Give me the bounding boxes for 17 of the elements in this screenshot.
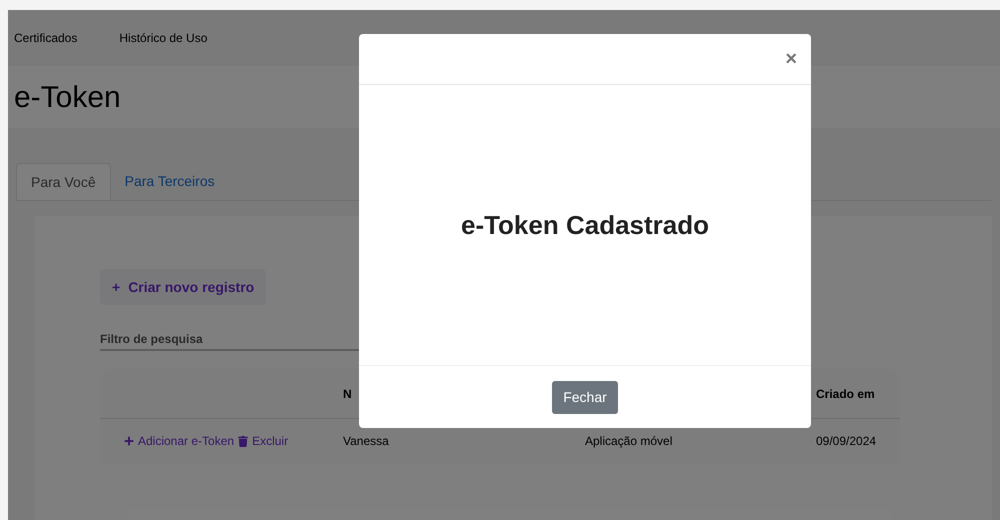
tab[interactable]: Para Terceiros bbox=[110, 163, 229, 200]
modal-title: e-Token Cadastrado bbox=[460, 208, 709, 242]
delete-link[interactable]: Excluir bbox=[238, 432, 288, 450]
table-cell-text: Vanessa bbox=[343, 433, 390, 450]
table-cell-text: Aplicação móvel bbox=[585, 433, 674, 450]
create-button[interactable]: + Criar novo registro bbox=[100, 269, 266, 305]
page-title: e-Token bbox=[14, 80, 121, 116]
add-link[interactable]: Adicionar e-Token bbox=[124, 432, 234, 450]
tab[interactable]: Para Você bbox=[16, 163, 111, 200]
nav-link[interactable]: Histórico de Uso bbox=[119, 29, 208, 47]
nav-link[interactable]: Certificados bbox=[14, 29, 78, 47]
close-button[interactable]: × bbox=[785, 49, 797, 69]
trash-icon bbox=[238, 436, 248, 446]
table-cell-text: 09/09/2024 bbox=[816, 433, 878, 450]
close-dialog-button[interactable]: Fechar bbox=[552, 380, 618, 414]
column-header: Criado em bbox=[816, 386, 876, 402]
plus-icon bbox=[124, 436, 134, 446]
